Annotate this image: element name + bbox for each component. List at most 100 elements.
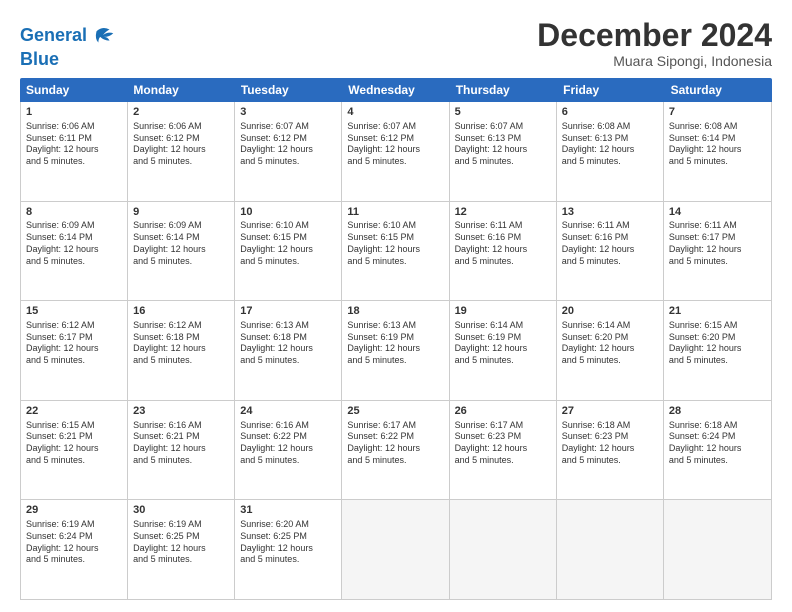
calendar-cell: 19Sunrise: 6:14 AM Sunset: 6:19 PM Dayli… — [450, 301, 557, 400]
calendar-row-2: 15Sunrise: 6:12 AM Sunset: 6:17 PM Dayli… — [21, 301, 771, 401]
day-number: 24 — [240, 404, 336, 419]
cell-info: Sunrise: 6:11 AM Sunset: 6:17 PM Dayligh… — [669, 220, 766, 267]
day-number: 3 — [240, 105, 336, 120]
cell-info: Sunrise: 6:09 AM Sunset: 6:14 PM Dayligh… — [133, 220, 229, 267]
page: General Blue December 2024 Muara Sipongi… — [0, 0, 792, 612]
cell-info: Sunrise: 6:09 AM Sunset: 6:14 PM Dayligh… — [26, 220, 122, 267]
calendar-cell: 2Sunrise: 6:06 AM Sunset: 6:12 PM Daylig… — [128, 102, 235, 201]
calendar-cell: 12Sunrise: 6:11 AM Sunset: 6:16 PM Dayli… — [450, 202, 557, 301]
logo: General Blue — [20, 22, 117, 70]
cell-info: Sunrise: 6:06 AM Sunset: 6:11 PM Dayligh… — [26, 121, 122, 168]
header-day-thursday: Thursday — [450, 78, 557, 102]
cell-info: Sunrise: 6:12 AM Sunset: 6:17 PM Dayligh… — [26, 320, 122, 367]
day-number: 10 — [240, 205, 336, 220]
calendar-cell — [664, 500, 771, 599]
day-number: 11 — [347, 205, 443, 220]
calendar-cell: 9Sunrise: 6:09 AM Sunset: 6:14 PM Daylig… — [128, 202, 235, 301]
cell-info: Sunrise: 6:08 AM Sunset: 6:14 PM Dayligh… — [669, 121, 766, 168]
calendar-body: 1Sunrise: 6:06 AM Sunset: 6:11 PM Daylig… — [20, 102, 772, 600]
calendar-cell: 13Sunrise: 6:11 AM Sunset: 6:16 PM Dayli… — [557, 202, 664, 301]
calendar-cell: 17Sunrise: 6:13 AM Sunset: 6:18 PM Dayli… — [235, 301, 342, 400]
cell-info: Sunrise: 6:14 AM Sunset: 6:20 PM Dayligh… — [562, 320, 658, 367]
calendar-cell: 7Sunrise: 6:08 AM Sunset: 6:14 PM Daylig… — [664, 102, 771, 201]
cell-info: Sunrise: 6:07 AM Sunset: 6:12 PM Dayligh… — [240, 121, 336, 168]
calendar-cell: 21Sunrise: 6:15 AM Sunset: 6:20 PM Dayli… — [664, 301, 771, 400]
header-day-saturday: Saturday — [665, 78, 772, 102]
cell-info: Sunrise: 6:15 AM Sunset: 6:20 PM Dayligh… — [669, 320, 766, 367]
calendar-row-4: 29Sunrise: 6:19 AM Sunset: 6:24 PM Dayli… — [21, 500, 771, 599]
calendar-cell — [557, 500, 664, 599]
calendar-cell: 20Sunrise: 6:14 AM Sunset: 6:20 PM Dayli… — [557, 301, 664, 400]
day-number: 7 — [669, 105, 766, 120]
cell-info: Sunrise: 6:12 AM Sunset: 6:18 PM Dayligh… — [133, 320, 229, 367]
cell-info: Sunrise: 6:17 AM Sunset: 6:23 PM Dayligh… — [455, 420, 551, 467]
header-day-monday: Monday — [127, 78, 234, 102]
cell-info: Sunrise: 6:14 AM Sunset: 6:19 PM Dayligh… — [455, 320, 551, 367]
location: Muara Sipongi, Indonesia — [537, 53, 772, 69]
calendar-header: SundayMondayTuesdayWednesdayThursdayFrid… — [20, 78, 772, 102]
calendar-row-3: 22Sunrise: 6:15 AM Sunset: 6:21 PM Dayli… — [21, 401, 771, 501]
calendar-cell: 3Sunrise: 6:07 AM Sunset: 6:12 PM Daylig… — [235, 102, 342, 201]
cell-info: Sunrise: 6:11 AM Sunset: 6:16 PM Dayligh… — [455, 220, 551, 267]
header-day-wednesday: Wednesday — [342, 78, 449, 102]
calendar-row-0: 1Sunrise: 6:06 AM Sunset: 6:11 PM Daylig… — [21, 102, 771, 202]
cell-info: Sunrise: 6:10 AM Sunset: 6:15 PM Dayligh… — [240, 220, 336, 267]
calendar-cell — [342, 500, 449, 599]
calendar-cell: 23Sunrise: 6:16 AM Sunset: 6:21 PM Dayli… — [128, 401, 235, 500]
day-number: 30 — [133, 503, 229, 518]
calendar-cell: 24Sunrise: 6:16 AM Sunset: 6:22 PM Dayli… — [235, 401, 342, 500]
calendar-cell: 29Sunrise: 6:19 AM Sunset: 6:24 PM Dayli… — [21, 500, 128, 599]
day-number: 16 — [133, 304, 229, 319]
day-number: 27 — [562, 404, 658, 419]
day-number: 29 — [26, 503, 122, 518]
calendar-cell: 11Sunrise: 6:10 AM Sunset: 6:15 PM Dayli… — [342, 202, 449, 301]
calendar-cell: 25Sunrise: 6:17 AM Sunset: 6:22 PM Dayli… — [342, 401, 449, 500]
day-number: 17 — [240, 304, 336, 319]
calendar-cell: 8Sunrise: 6:09 AM Sunset: 6:14 PM Daylig… — [21, 202, 128, 301]
calendar-cell: 1Sunrise: 6:06 AM Sunset: 6:11 PM Daylig… — [21, 102, 128, 201]
month-title: December 2024 — [537, 18, 772, 53]
logo-text: General — [20, 26, 87, 46]
day-number: 9 — [133, 205, 229, 220]
day-number: 23 — [133, 404, 229, 419]
day-number: 12 — [455, 205, 551, 220]
day-number: 22 — [26, 404, 122, 419]
day-number: 13 — [562, 205, 658, 220]
header: General Blue December 2024 Muara Sipongi… — [20, 18, 772, 70]
header-day-tuesday: Tuesday — [235, 78, 342, 102]
cell-info: Sunrise: 6:19 AM Sunset: 6:25 PM Dayligh… — [133, 519, 229, 566]
header-day-sunday: Sunday — [20, 78, 127, 102]
calendar-cell: 30Sunrise: 6:19 AM Sunset: 6:25 PM Dayli… — [128, 500, 235, 599]
cell-info: Sunrise: 6:18 AM Sunset: 6:23 PM Dayligh… — [562, 420, 658, 467]
day-number: 20 — [562, 304, 658, 319]
cell-info: Sunrise: 6:16 AM Sunset: 6:21 PM Dayligh… — [133, 420, 229, 467]
cell-info: Sunrise: 6:13 AM Sunset: 6:19 PM Dayligh… — [347, 320, 443, 367]
day-number: 6 — [562, 105, 658, 120]
calendar-cell: 18Sunrise: 6:13 AM Sunset: 6:19 PM Dayli… — [342, 301, 449, 400]
cell-info: Sunrise: 6:07 AM Sunset: 6:12 PM Dayligh… — [347, 121, 443, 168]
calendar-cell: 26Sunrise: 6:17 AM Sunset: 6:23 PM Dayli… — [450, 401, 557, 500]
day-number: 2 — [133, 105, 229, 120]
cell-info: Sunrise: 6:17 AM Sunset: 6:22 PM Dayligh… — [347, 420, 443, 467]
header-day-friday: Friday — [557, 78, 664, 102]
calendar-cell — [450, 500, 557, 599]
day-number: 18 — [347, 304, 443, 319]
day-number: 14 — [669, 205, 766, 220]
cell-info: Sunrise: 6:13 AM Sunset: 6:18 PM Dayligh… — [240, 320, 336, 367]
day-number: 1 — [26, 105, 122, 120]
calendar-cell: 27Sunrise: 6:18 AM Sunset: 6:23 PM Dayli… — [557, 401, 664, 500]
calendar-cell: 16Sunrise: 6:12 AM Sunset: 6:18 PM Dayli… — [128, 301, 235, 400]
cell-info: Sunrise: 6:15 AM Sunset: 6:21 PM Dayligh… — [26, 420, 122, 467]
cell-info: Sunrise: 6:08 AM Sunset: 6:13 PM Dayligh… — [562, 121, 658, 168]
cell-info: Sunrise: 6:18 AM Sunset: 6:24 PM Dayligh… — [669, 420, 766, 467]
cell-info: Sunrise: 6:10 AM Sunset: 6:15 PM Dayligh… — [347, 220, 443, 267]
calendar-cell: 31Sunrise: 6:20 AM Sunset: 6:25 PM Dayli… — [235, 500, 342, 599]
day-number: 21 — [669, 304, 766, 319]
cell-info: Sunrise: 6:19 AM Sunset: 6:24 PM Dayligh… — [26, 519, 122, 566]
day-number: 15 — [26, 304, 122, 319]
calendar-cell: 4Sunrise: 6:07 AM Sunset: 6:12 PM Daylig… — [342, 102, 449, 201]
cell-info: Sunrise: 6:11 AM Sunset: 6:16 PM Dayligh… — [562, 220, 658, 267]
day-number: 8 — [26, 205, 122, 220]
calendar-cell: 15Sunrise: 6:12 AM Sunset: 6:17 PM Dayli… — [21, 301, 128, 400]
cell-info: Sunrise: 6:07 AM Sunset: 6:13 PM Dayligh… — [455, 121, 551, 168]
